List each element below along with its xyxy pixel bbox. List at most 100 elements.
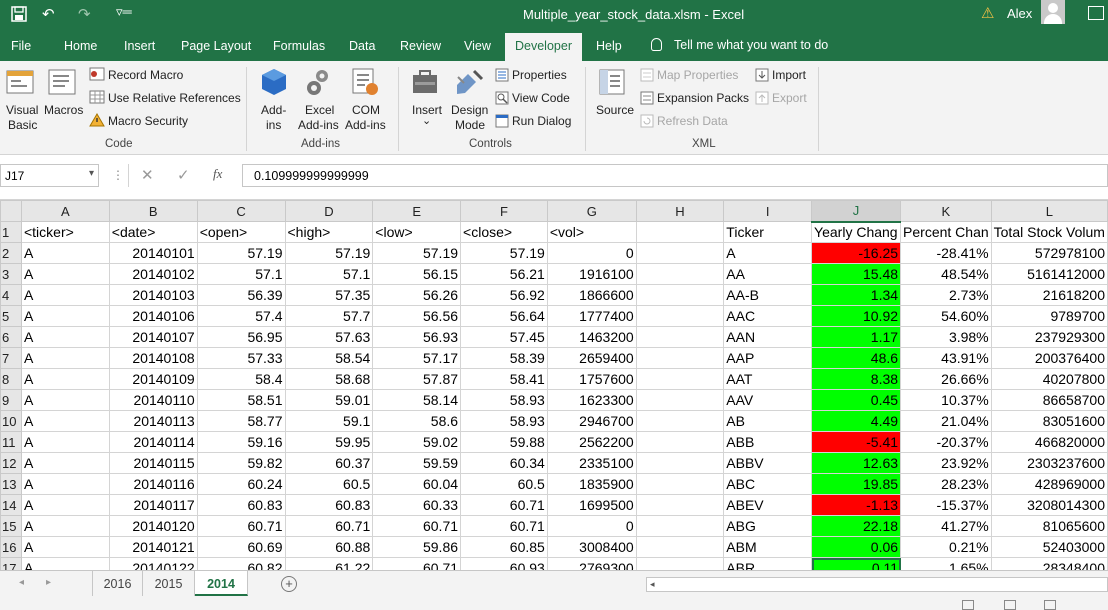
cell[interactable]: -28.41% [900,242,992,264]
cell[interactable]: 1.17 [811,326,902,348]
cell[interactable]: <ticker> [20,221,110,243]
normal-view-icon[interactable] [962,600,974,610]
sheet-tab-2014[interactable]: 2014 [195,571,248,596]
cell[interactable]: 20140107 [108,326,198,348]
cell[interactable] [635,473,725,495]
cell[interactable] [635,242,725,264]
column-header-e[interactable]: E [372,200,462,222]
cell[interactable]: 20140122 [108,557,198,570]
cell[interactable]: 20140110 [108,389,198,411]
cell[interactable]: 428969000 [990,473,1108,495]
cell[interactable]: 1623300 [546,389,637,411]
cell[interactable]: 57.35 [284,284,374,306]
cell[interactable]: ABB [723,431,813,453]
cell[interactable]: 1.65% [900,557,992,570]
cell[interactable]: 0.21% [900,536,992,558]
design-mode-label-1[interactable]: Design [451,103,488,117]
cell[interactable]: 58.6 [372,410,462,432]
cell[interactable]: 86658700 [990,389,1108,411]
cell[interactable]: A [20,389,110,411]
cell[interactable]: 57.19 [372,242,462,264]
cell[interactable]: ABM [723,536,813,558]
sheet-tab-2015[interactable]: 2015 [143,571,195,596]
cell[interactable]: 60.83 [284,494,374,516]
horizontal-scrollbar[interactable]: ◂ [646,577,1108,592]
column-header-f[interactable]: F [460,200,548,222]
cell[interactable] [635,557,725,570]
cell[interactable]: ABG [723,515,813,537]
cell[interactable]: 57.19 [196,242,286,264]
formula-input[interactable]: 0.109999999999999 [242,164,1108,187]
cell[interactable]: 60.71 [460,515,548,537]
redo-icon[interactable]: ↷ [78,5,91,23]
tab-help[interactable]: Help [596,39,622,53]
cell[interactable]: 23.92% [900,452,992,474]
cell[interactable]: <close> [460,221,548,243]
cell[interactable]: 20140121 [108,536,198,558]
macro-security-button[interactable]: Macro Security [108,114,188,128]
row-header[interactable]: 7 [0,347,22,369]
tab-review[interactable]: Review [400,39,441,53]
cell[interactable]: 59.82 [196,452,286,474]
cell[interactable]: 1777400 [546,305,637,327]
cell[interactable]: 56.56 [372,305,462,327]
row-header[interactable]: 11 [0,431,22,453]
cell[interactable]: 19.85 [811,473,902,495]
cell[interactable]: 58.4 [196,368,286,390]
column-header-j[interactable]: J [811,200,902,223]
cell[interactable]: 83051600 [990,410,1108,432]
column-header-b[interactable]: B [108,200,198,222]
cell[interactable]: 2946700 [546,410,637,432]
cell[interactable]: AB [723,410,813,432]
cell[interactable]: 572978100 [990,242,1108,264]
cell[interactable]: 9789700 [990,305,1108,327]
cell[interactable]: 20140114 [108,431,198,453]
tab-formulas[interactable]: Formulas [273,39,325,53]
cell[interactable]: A [20,452,110,474]
cell[interactable]: AAV [723,389,813,411]
row-header[interactable]: 12 [0,452,22,474]
cell[interactable]: ABBV [723,452,813,474]
cell[interactable]: 60.71 [372,557,462,570]
export-button[interactable]: Export [772,91,807,105]
cell[interactable]: 60.71 [196,515,286,537]
row-header[interactable]: 6 [0,326,22,348]
cell[interactable]: 59.01 [284,389,374,411]
cell[interactable]: 20140103 [108,284,198,306]
cell[interactable]: 59.88 [460,431,548,453]
cell[interactable]: 58.93 [460,389,548,411]
expansion-packs-button[interactable]: Expansion Packs [657,91,749,105]
cell[interactable]: 60.71 [372,515,462,537]
cell[interactable]: 237929300 [990,326,1108,348]
column-header-h[interactable]: H [635,200,725,222]
next-sheet-icon[interactable]: ▸ [46,577,51,588]
cell[interactable]: -1.13 [811,494,902,516]
name-box[interactable]: J17 ▾ [0,164,99,187]
cell[interactable]: 54.60% [900,305,992,327]
row-header[interactable]: 14 [0,494,22,516]
cell[interactable]: <low> [372,221,462,243]
cell[interactable]: 43.91% [900,347,992,369]
cell[interactable]: 20140102 [108,263,198,285]
cell[interactable]: A [20,326,110,348]
cell[interactable] [635,284,725,306]
formula-bar-grip-icon[interactable]: ⋮ [112,168,124,182]
cell[interactable]: A [20,347,110,369]
cell[interactable] [635,389,725,411]
cell[interactable]: 58.68 [284,368,374,390]
macros-button[interactable]: Macros [44,103,83,117]
row-header[interactable]: 16 [0,536,22,558]
cell[interactable]: 15.48 [811,263,902,285]
tell-me-search[interactable]: Tell me what you want to do [651,38,828,52]
cell[interactable]: 41.27% [900,515,992,537]
cell[interactable]: AA [723,263,813,285]
cell[interactable]: A [20,410,110,432]
com-add-ins-label-2[interactable]: Add-ins [345,118,386,132]
page-layout-view-icon[interactable] [1004,600,1016,610]
cell[interactable]: A [723,242,813,264]
row-header[interactable]: 13 [0,473,22,495]
cell[interactable]: A [20,284,110,306]
scroll-left-icon[interactable]: ◂ [650,579,655,590]
cell[interactable]: 81065600 [990,515,1108,537]
cell[interactable]: 57.1 [284,263,374,285]
